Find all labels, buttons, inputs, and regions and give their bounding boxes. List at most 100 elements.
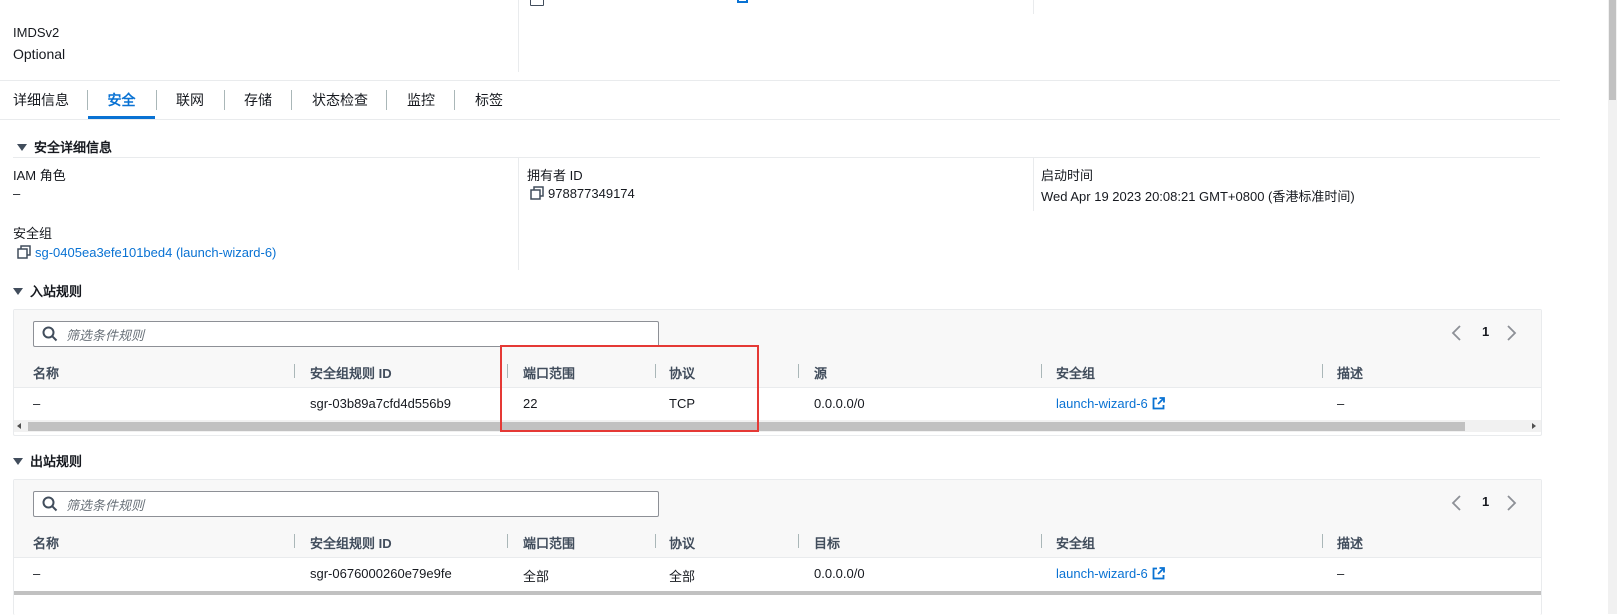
tab-tags[interactable]: 标签 [475,81,503,119]
inbound-search-input[interactable] [64,325,648,345]
column-header-description[interactable]: 描述 [1337,533,1363,552]
top-divider-2 [1033,0,1034,14]
inbound-rules-table: 1 名称 安全组规则 ID 端口范围 协议 源 安全组 描述 – sgr-03b… [13,309,1542,436]
tab-status-checks[interactable]: 状态检查 [312,81,368,119]
page-vertical-scrollbar[interactable] [1608,0,1617,614]
column-separator [294,534,295,548]
tab-storage[interactable]: 存储 [244,81,272,119]
column-separator [798,364,799,378]
tab-bar: 详细信息 安全 联网 存储 状态检查 监控 标签 [0,80,1560,120]
tab-separator [224,90,225,110]
search-icon [42,326,58,342]
caret-down-icon [17,144,27,151]
owner-id-label: 拥有者 ID [527,168,583,183]
details-divider-1 [518,157,519,270]
outbound-search-box[interactable] [33,491,659,517]
column-header-rule-id[interactable]: 安全组规则 ID [310,533,392,552]
external-link-icon[interactable] [1152,567,1165,580]
scroll-left-icon[interactable] [17,423,21,429]
top-divider-1 [518,0,519,72]
horizontal-scrollbar[interactable] [14,420,1541,432]
cell-name: – [33,396,41,411]
chevron-right-icon[interactable] [1504,324,1518,342]
column-header-rule-id[interactable]: 安全组规则 ID [310,363,392,382]
column-separator [507,534,508,548]
column-header-description[interactable]: 描述 [1337,363,1363,382]
tab-monitoring[interactable]: 监控 [407,81,435,119]
external-link-icon[interactable] [1152,397,1165,410]
inbound-table-toolbar: 1 [14,310,1541,356]
outbound-table-toolbar: 1 [14,480,1541,526]
security-details-header[interactable]: 安全详细信息 [17,137,112,156]
owner-id-value: 978877349174 [548,186,635,201]
tab-separator [291,90,292,110]
column-separator [294,364,295,378]
tab-security[interactable]: 安全 [88,81,155,119]
security-group-value-wrap: sg-0405ea3efe101bed4 (launch-wizard-6) [17,244,276,260]
scroll-thumb[interactable] [1609,0,1616,100]
chevron-left-icon[interactable] [1450,494,1464,512]
cell-port-range: 全部 [523,569,550,584]
column-separator [1322,534,1323,548]
inbound-table-header: 名称 安全组规则 ID 端口范围 协议 源 安全组 描述 [14,355,1541,388]
tab-networking[interactable]: 联网 [176,81,204,119]
column-separator [1041,534,1042,548]
security-group-link[interactable]: sg-0405ea3efe101bed4 (launch-wizard-6) [35,245,276,260]
inbound-pagination: 1 [1450,322,1530,344]
highlight-box [500,345,759,432]
cell-destination: 0.0.0.0/0 [814,566,865,581]
caret-down-icon [13,288,23,295]
column-separator [798,534,799,548]
launch-time-label: 启动时间 [1041,168,1094,183]
column-header-security-group[interactable]: 安全组 [1056,363,1095,382]
search-icon [42,496,58,512]
security-group-label: 安全组 [13,226,53,241]
inbound-page-number[interactable]: 1 [1482,324,1489,339]
copy-icon[interactable] [530,186,544,200]
outbound-rules-title: 出站规则 [30,454,83,469]
outbound-pagination: 1 [1450,492,1530,514]
column-separator [1041,364,1042,378]
tab-separator [454,90,455,110]
column-header-name[interactable]: 名称 [33,533,59,552]
cell-rule-id: sgr-03b89a7cfd4d556b9 [310,396,451,411]
outbound-rules-table: 1 名称 安全组规则 ID 端口范围 协议 目标 安全组 描述 – sgr-06… [13,479,1542,615]
scroll-right-icon[interactable] [1532,423,1536,429]
column-header-source[interactable]: 源 [814,363,827,382]
cell-protocol: 全部 [669,569,696,584]
partial-top-copy-icon [530,0,544,6]
details-divider-2 [1033,157,1034,211]
inbound-rules-title: 入站规则 [30,284,83,299]
column-header-security-group[interactable]: 安全组 [1056,533,1095,552]
column-header-protocol[interactable]: 协议 [669,533,695,552]
security-details-title: 安全详细信息 [34,140,113,155]
outbound-search-input[interactable] [64,495,648,515]
security-group-link[interactable]: launch-wizard-6 [1056,396,1148,411]
inbound-rules-header[interactable]: 入站规则 [13,281,82,300]
imds-label: IMDSv2 [13,25,60,40]
copy-icon[interactable] [17,245,31,259]
iam-role-value: – [13,186,21,201]
iam-role-label: IAM 角色 [13,168,66,183]
outbound-page-number[interactable]: 1 [1482,494,1489,509]
column-separator [655,534,656,548]
cell-source: 0.0.0.0/0 [814,396,865,411]
chevron-left-icon[interactable] [1450,324,1464,342]
horizontal-scrollbar[interactable] [14,591,1541,595]
column-header-destination[interactable]: 目标 [814,533,840,552]
column-header-name[interactable]: 名称 [33,363,59,382]
inbound-search-box[interactable] [33,321,659,347]
caret-down-icon [13,458,23,465]
outbound-rules-header[interactable]: 出站规则 [13,451,82,470]
cell-description: – [1337,566,1345,581]
tab-separator [386,90,387,110]
cell-security-group: launch-wizard-6 [1056,566,1165,581]
column-header-port-range[interactable]: 端口范围 [523,533,575,552]
tab-separator [156,90,157,110]
cell-security-group: launch-wizard-6 [1056,396,1165,411]
chevron-right-icon[interactable] [1504,494,1518,512]
outbound-table-header: 名称 安全组规则 ID 端口范围 协议 目标 安全组 描述 [14,525,1541,558]
cell-description: – [1337,396,1345,411]
security-group-link[interactable]: launch-wizard-6 [1056,566,1148,581]
tab-details[interactable]: 详细信息 [13,81,69,119]
